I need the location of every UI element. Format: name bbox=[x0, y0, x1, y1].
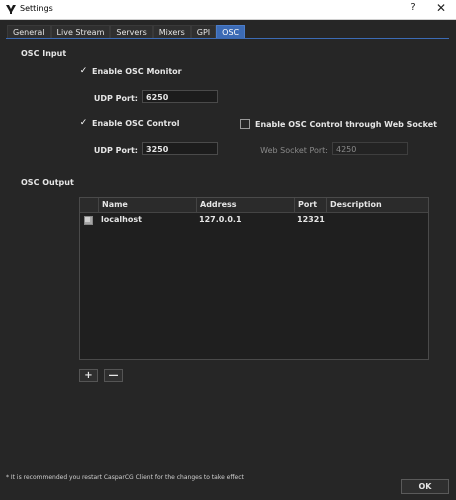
checkmark-icon: ✓ bbox=[79, 118, 88, 128]
row-port: 12321 bbox=[297, 215, 325, 224]
app-logo-icon bbox=[6, 5, 16, 14]
table-row[interactable]: localhost 127.0.0.1 12321 bbox=[80, 213, 428, 226]
websocket-port-label: Web Socket Port: bbox=[260, 146, 328, 155]
osc-output-section-label: OSC Output bbox=[21, 178, 74, 187]
window-title: Settings bbox=[20, 4, 53, 13]
tab-gpi[interactable]: GPI bbox=[190, 25, 217, 39]
row-address: 127.0.0.1 bbox=[199, 215, 242, 224]
column-header-address[interactable]: Address bbox=[196, 198, 294, 212]
tab-servers[interactable]: Servers bbox=[110, 25, 153, 39]
remove-output-button[interactable]: — bbox=[104, 369, 123, 382]
restart-notice: * It is recommended you restart CasparCG… bbox=[6, 474, 244, 481]
monitor-udp-port-input[interactable]: 6250 bbox=[142, 90, 218, 103]
enable-osc-monitor-label: Enable OSC Monitor bbox=[92, 67, 182, 76]
close-button[interactable]: ✕ bbox=[434, 1, 448, 15]
tab-underline bbox=[6, 38, 449, 39]
device-icon bbox=[84, 216, 93, 225]
row-name: localhost bbox=[101, 215, 142, 224]
table-header: Name Address Port Description bbox=[80, 198, 428, 213]
enable-osc-control-label: Enable OSC Control bbox=[92, 119, 180, 128]
enable-osc-monitor-checkbox[interactable]: ✓ Enable OSC Monitor bbox=[79, 66, 182, 77]
settings-tabbar: General Live Stream Servers Mixers GPI O… bbox=[7, 25, 246, 39]
tab-general[interactable]: General bbox=[7, 25, 51, 39]
enable-websocket-label: Enable OSC Control through Web Socket bbox=[255, 119, 438, 129]
add-output-button[interactable]: + bbox=[79, 369, 98, 382]
column-header-port[interactable]: Port bbox=[294, 198, 326, 212]
help-button[interactable]: ? bbox=[406, 2, 420, 13]
ok-button[interactable]: OK bbox=[401, 479, 449, 494]
control-udp-port-input[interactable]: 3250 bbox=[142, 142, 218, 155]
enable-osc-control-checkbox[interactable]: ✓ Enable OSC Control bbox=[79, 118, 180, 129]
row-description bbox=[326, 213, 428, 226]
osc-output-table[interactable]: Name Address Port Description localhost … bbox=[79, 197, 429, 360]
window-titlebar: Settings ? ✕ bbox=[0, 0, 456, 20]
column-header-description[interactable]: Description bbox=[326, 198, 428, 212]
column-header-name[interactable]: Name bbox=[98, 198, 196, 212]
monitor-udp-port-label: UDP Port: bbox=[93, 94, 138, 103]
websocket-port-input: 4250 bbox=[332, 142, 408, 155]
checkbox-box bbox=[240, 119, 250, 129]
tab-mixers[interactable]: Mixers bbox=[152, 25, 191, 39]
checkmark-icon: ✓ bbox=[79, 66, 88, 76]
osc-input-section-label: OSC Input bbox=[21, 49, 67, 58]
tab-live-stream[interactable]: Live Stream bbox=[50, 25, 111, 39]
enable-websocket-checkbox[interactable]: Enable OSC Control through Web Socket bbox=[240, 119, 437, 129]
tab-osc[interactable]: OSC bbox=[216, 25, 246, 39]
control-udp-port-label: UDP Port: bbox=[93, 146, 138, 155]
